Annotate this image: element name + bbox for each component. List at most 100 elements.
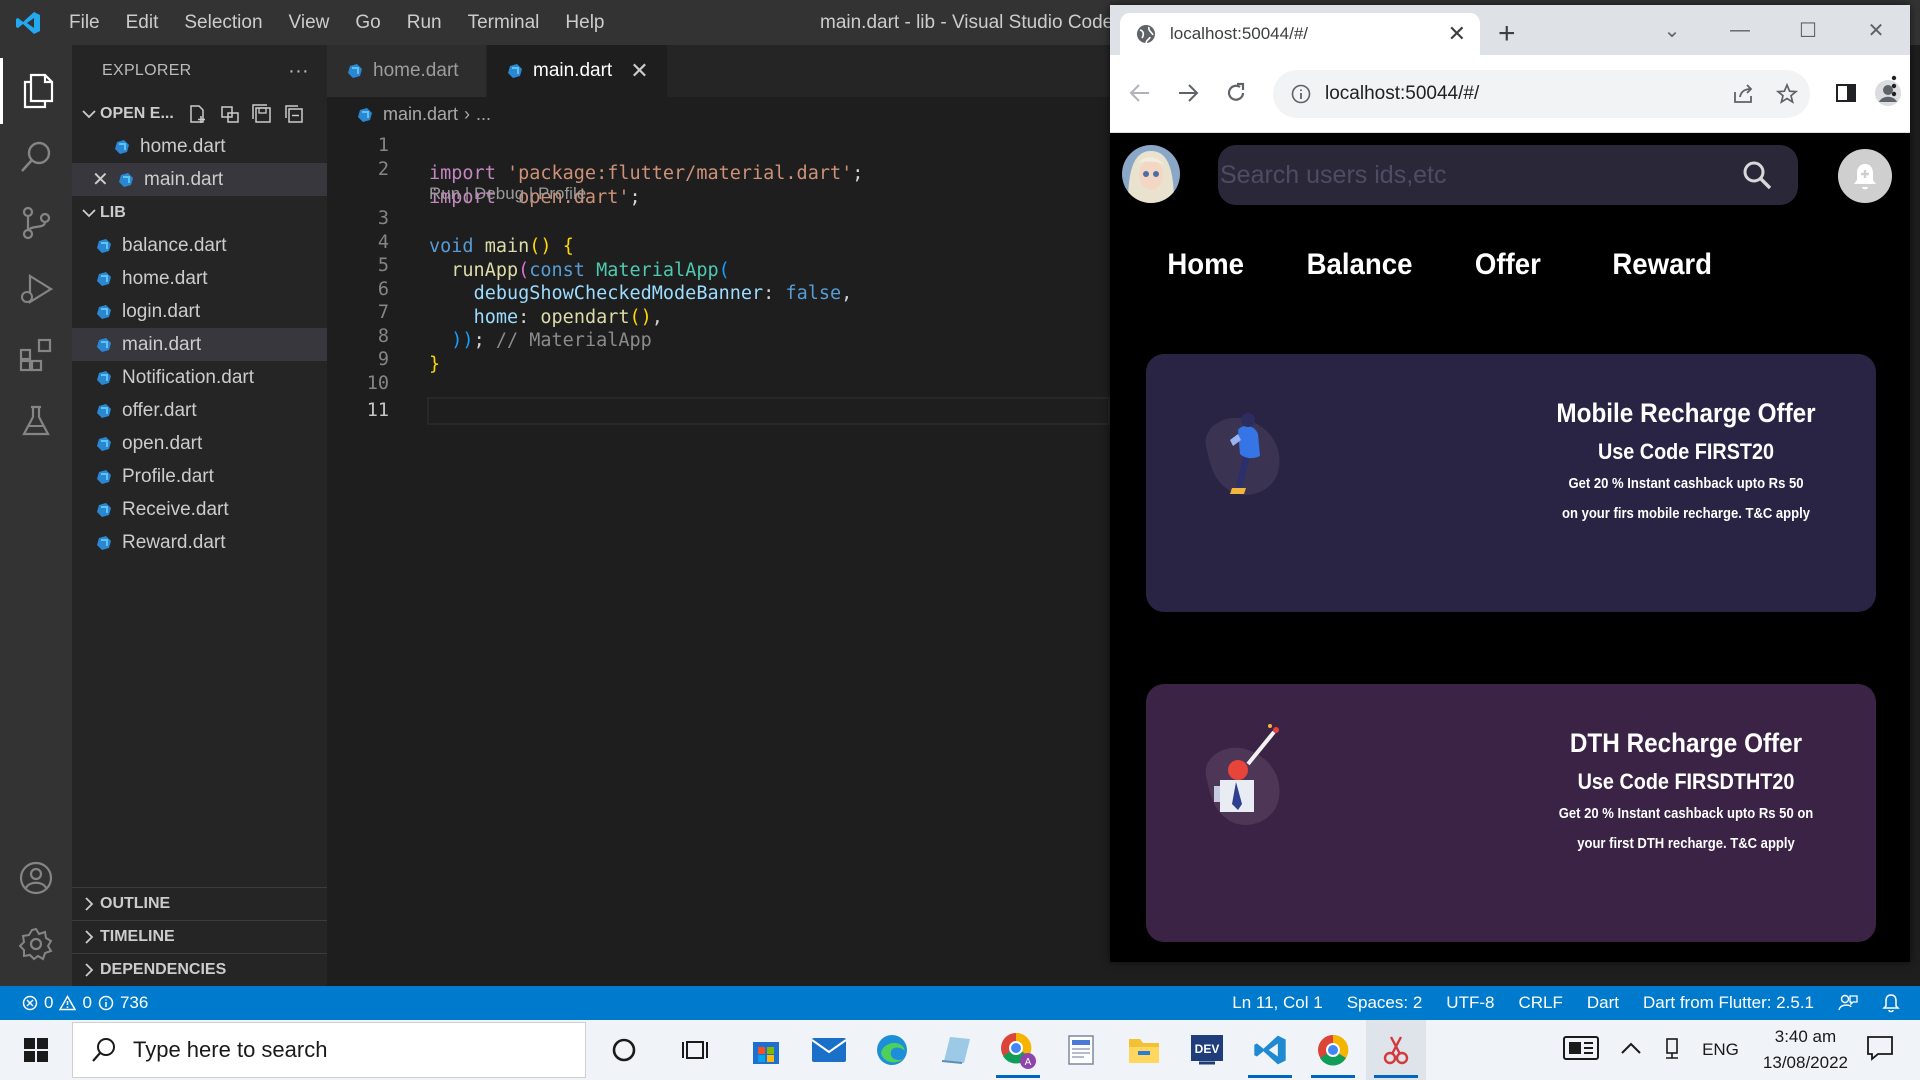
- address-bar[interactable]: localhost:50044/#/: [1273, 70, 1810, 118]
- language-mode[interactable]: Dart: [1587, 993, 1619, 1013]
- tab-home-dart[interactable]: home.dart: [327, 45, 487, 97]
- cortana-circle-icon[interactable]: [594, 1020, 654, 1080]
- tab-search-chevron-icon[interactable]: ⌄: [1638, 18, 1706, 43]
- show-hidden-icons-chevron-icon[interactable]: [1620, 1041, 1642, 1060]
- run-debug-icon[interactable]: [0, 256, 72, 322]
- breadcrumb-rest[interactable]: ...: [476, 104, 491, 125]
- chrome-tab[interactable]: localhost:50044/#/ ✕: [1120, 13, 1480, 55]
- new-tab-plus-icon[interactable]: +: [1498, 17, 1516, 51]
- lib-file-item[interactable]: login.dart: [72, 295, 327, 328]
- lib-folder[interactable]: LIB: [72, 196, 327, 229]
- app-nav-balance[interactable]: Balance: [1307, 248, 1413, 282]
- task-view-icon[interactable]: [665, 1020, 725, 1080]
- notepad-app-icon[interactable]: [925, 1020, 985, 1080]
- document-viewer-icon[interactable]: [1051, 1020, 1111, 1080]
- news-widget-icon[interactable]: [1562, 1034, 1600, 1067]
- file-explorer-icon[interactable]: [1114, 1020, 1174, 1080]
- lib-file-item[interactable]: Profile.dart: [72, 460, 327, 493]
- profile-avatar-icon[interactable]: [1870, 75, 1906, 111]
- chrome-menu-dots-icon[interactable]: [1891, 75, 1897, 102]
- window-close-icon[interactable]: ✕: [1842, 18, 1910, 43]
- action-center-icon[interactable]: [1866, 1035, 1894, 1066]
- menu-run[interactable]: Run: [394, 0, 455, 45]
- lib-file-item[interactable]: Notification.dart: [72, 361, 327, 394]
- problems-indicator[interactable]: 0 0 736: [0, 993, 148, 1013]
- feedback-icon[interactable]: [1838, 993, 1858, 1013]
- dev-app-icon[interactable]: DEV: [1177, 1020, 1237, 1080]
- lib-file-item[interactable]: main.dart: [72, 328, 327, 361]
- taskbar-search-input[interactable]: Type here to search: [72, 1022, 586, 1078]
- app-nav-offer[interactable]: Offer: [1475, 248, 1541, 282]
- menu-help[interactable]: Help: [552, 0, 617, 45]
- snipping-tool-icon[interactable]: [1366, 1020, 1426, 1080]
- site-info-icon[interactable]: [1291, 84, 1311, 104]
- explorer-more-button[interactable]: ···: [288, 60, 309, 83]
- lib-file-item[interactable]: home.dart: [72, 262, 327, 295]
- lib-file-item[interactable]: Receive.dart: [72, 493, 327, 526]
- close-icon[interactable]: ✕: [92, 167, 116, 192]
- chrome-profile-icon[interactable]: A: [988, 1020, 1048, 1080]
- chrome-taskbar-icon[interactable]: [1303, 1020, 1363, 1080]
- minimize-icon[interactable]: —: [1706, 19, 1774, 42]
- offer-card-mobile[interactable]: Mobile Recharge Offer Use Code FIRST20 G…: [1146, 354, 1876, 612]
- mail-icon[interactable]: [799, 1020, 859, 1080]
- app-search-input[interactable]: Search users ids,etc: [1218, 145, 1798, 205]
- open-editor-item[interactable]: home.dart: [72, 130, 327, 163]
- dependencies-section[interactable]: DEPENDENCIES: [72, 953, 327, 986]
- menu-edit[interactable]: Edit: [113, 0, 172, 45]
- maximize-icon[interactable]: ☐: [1774, 18, 1842, 43]
- accounts-icon[interactable]: [0, 845, 72, 911]
- cursor-position[interactable]: Ln 11, Col 1: [1232, 993, 1322, 1013]
- app-nav-reward[interactable]: Reward: [1612, 248, 1712, 282]
- microsoft-store-icon[interactable]: [736, 1020, 796, 1080]
- menu-file[interactable]: File: [56, 0, 113, 45]
- forward-arrow-icon[interactable]: [1170, 75, 1206, 111]
- search-icon[interactable]: [0, 124, 72, 190]
- tab-main-dart[interactable]: main.dart ✕: [487, 45, 668, 97]
- source-control-icon[interactable]: [0, 190, 72, 256]
- outline-section[interactable]: OUTLINE: [72, 887, 327, 920]
- offer-card-dth[interactable]: DTH Recharge Offer Use Code FIRSDTHT20 G…: [1146, 684, 1876, 942]
- open-editor-item[interactable]: ✕ main.dart: [72, 163, 327, 196]
- back-arrow-icon[interactable]: [1122, 75, 1158, 111]
- open-editors-section[interactable]: OPEN E...: [72, 97, 327, 130]
- timeline-section[interactable]: TIMELINE: [72, 920, 327, 953]
- new-folder-icon[interactable]: [220, 104, 240, 124]
- app-nav-home[interactable]: Home: [1167, 248, 1244, 282]
- manage-gear-icon[interactable]: [0, 911, 72, 977]
- network-icon[interactable]: [1660, 1036, 1684, 1065]
- menu-selection[interactable]: Selection: [171, 0, 275, 45]
- explorer-icon[interactable]: [0, 58, 72, 124]
- lib-file-item[interactable]: balance.dart: [72, 229, 327, 262]
- vscode-taskbar-icon[interactable]: [1240, 1020, 1300, 1080]
- clock[interactable]: 3:40 am 13/08/2022: [1763, 1024, 1848, 1076]
- input-language[interactable]: ENG: [1702, 1040, 1739, 1060]
- testing-flask-icon[interactable]: [0, 388, 72, 454]
- new-file-icon[interactable]: [188, 104, 208, 124]
- menu-terminal[interactable]: Terminal: [455, 0, 553, 45]
- line-ending[interactable]: CRLF: [1518, 993, 1562, 1013]
- indentation[interactable]: Spaces: 2: [1347, 993, 1423, 1013]
- share-icon[interactable]: [1732, 83, 1754, 105]
- menu-go[interactable]: Go: [342, 0, 393, 45]
- flutter-sdk[interactable]: Dart from Flutter: 2.5.1: [1643, 993, 1814, 1013]
- encoding[interactable]: UTF-8: [1446, 993, 1494, 1013]
- notifications-bell-icon[interactable]: [1882, 993, 1900, 1013]
- lib-file-item[interactable]: open.dart: [72, 427, 327, 460]
- start-windows-icon[interactable]: [0, 1020, 72, 1080]
- tab-close-icon[interactable]: ✕: [630, 58, 648, 84]
- user-avatar[interactable]: [1122, 145, 1180, 203]
- edge-browser-icon[interactable]: [862, 1020, 922, 1080]
- search-icon[interactable]: [1742, 160, 1772, 190]
- menu-view[interactable]: View: [276, 0, 343, 45]
- lib-file-item[interactable]: offer.dart: [72, 394, 327, 427]
- lib-file-item[interactable]: Reward.dart: [72, 526, 327, 559]
- save-all-icon[interactable]: [252, 103, 272, 124]
- bookmark-star-icon[interactable]: [1776, 83, 1798, 105]
- reload-icon[interactable]: [1218, 75, 1254, 111]
- side-panel-icon[interactable]: [1828, 75, 1864, 111]
- collapse-all-icon[interactable]: [284, 104, 304, 124]
- codelens-run-debug-profile[interactable]: Run | Debug | Profile: [429, 182, 586, 206]
- notification-button[interactable]: [1838, 149, 1892, 203]
- chrome-tab-close-icon[interactable]: ✕: [1448, 21, 1466, 47]
